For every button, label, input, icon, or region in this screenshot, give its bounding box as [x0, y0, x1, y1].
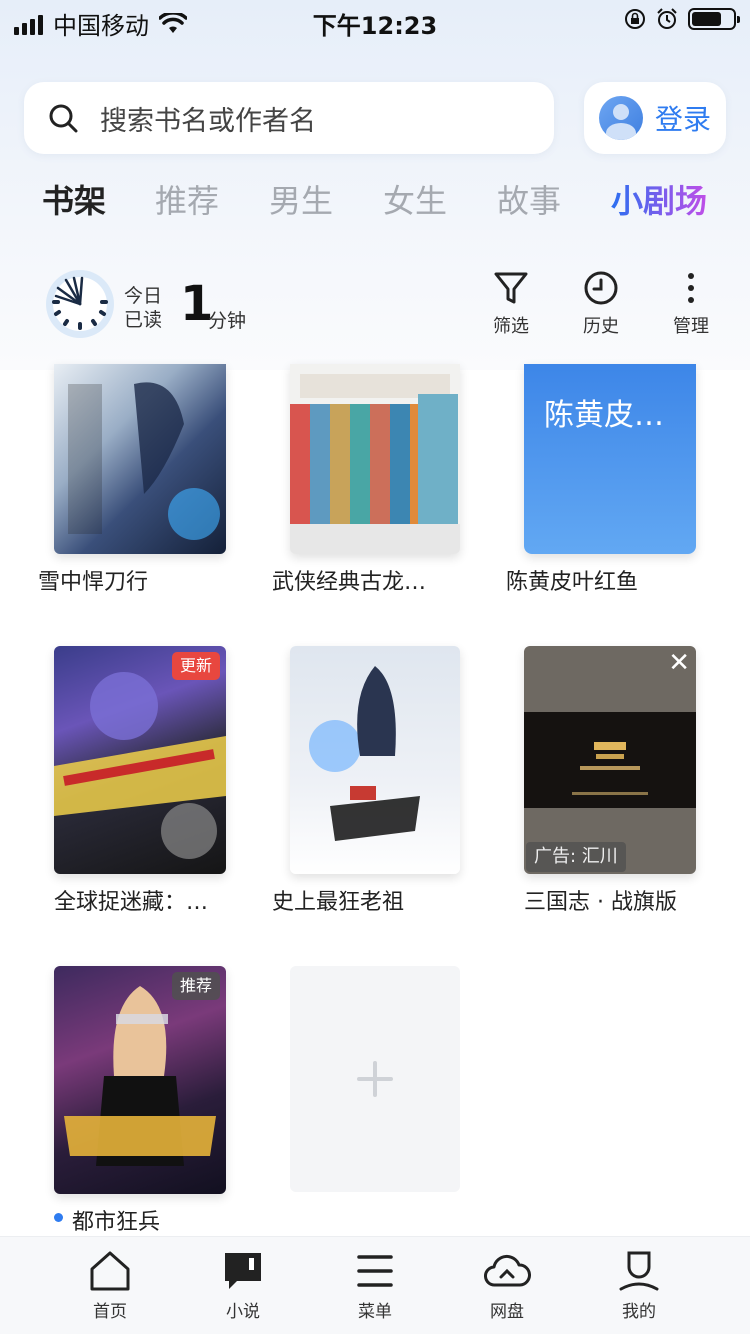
book-title: 都市狂兵	[72, 1210, 161, 1235]
filter-label: 筛选	[493, 316, 529, 337]
nav-home[interactable]: 首页	[65, 1249, 155, 1322]
today-read-line1: 今日	[124, 285, 163, 307]
login-button[interactable]: 登录	[584, 82, 726, 154]
cover-art	[64, 986, 216, 1166]
nav-menu-label: 菜单	[358, 1302, 392, 1322]
book-cover[interactable]	[290, 364, 460, 554]
update-badge: 更新	[171, 652, 220, 680]
today-read-line2: 已读	[124, 309, 163, 331]
more-vertical-icon	[688, 273, 694, 303]
today-read-label: 今日 已读	[124, 284, 162, 332]
plus-icon	[357, 1061, 393, 1097]
nav-novel[interactable]: 小说	[198, 1249, 288, 1322]
manage-button[interactable]: 管理	[651, 270, 731, 338]
manage-label: 管理	[673, 316, 709, 337]
search-icon	[49, 104, 78, 133]
history-label: 历史	[583, 316, 619, 337]
cover-art	[309, 666, 420, 841]
reading-clock-icon	[46, 270, 114, 338]
battery-icon	[688, 8, 740, 30]
nav-menu[interactable]: 菜单	[330, 1249, 420, 1322]
book-cover[interactable]: 更新	[54, 646, 226, 874]
ad-close-icon[interactable]: ✕	[668, 648, 690, 678]
bottom-nav: 首页 小说 菜单 网盘 我的	[0, 1236, 750, 1334]
book-title: 史上最狂老祖	[272, 890, 405, 915]
login-label: 登录	[654, 103, 711, 136]
cover-art	[290, 374, 460, 554]
ad-label: 广告: 汇川	[526, 842, 626, 872]
nav-mine-label: 我的	[622, 1302, 656, 1322]
avatar	[598, 96, 643, 140]
nav-cloud-label: 网盘	[490, 1302, 524, 1322]
nav-mine[interactable]: 我的	[594, 1249, 684, 1322]
book-chat-icon	[225, 1253, 261, 1289]
recommend-badge: 推荐	[171, 972, 220, 1000]
search-input[interactable]: 搜索书名或作者名	[24, 82, 554, 154]
book-cover[interactable]: 陈黄皮…	[524, 364, 696, 554]
ad-cover[interactable]: ✕ 广告: 汇川	[524, 646, 696, 874]
status-bar: 中国移动 下午12:23	[0, 0, 750, 40]
tab-recommend[interactable]: 推荐	[155, 176, 219, 222]
book-title: 雪中悍刀行	[38, 570, 149, 595]
book-cover[interactable]: 推荐	[54, 966, 226, 1194]
read-minutes-unit: 分钟	[208, 310, 247, 332]
unread-dot	[54, 1213, 63, 1222]
book-title: 陈黄皮叶红鱼	[506, 570, 639, 595]
cloud-icon	[484, 1254, 531, 1287]
filter-button[interactable]: 筛选	[471, 270, 551, 338]
cover-art	[68, 382, 220, 540]
user-icon	[619, 1251, 659, 1291]
ad-image	[524, 712, 696, 808]
nav-cloud[interactable]: 网盘	[462, 1249, 552, 1322]
menu-icon	[357, 1255, 393, 1287]
book-title: 全球捉迷藏：…	[54, 890, 209, 915]
status-right	[624, 8, 740, 30]
book-cover[interactable]	[290, 646, 460, 874]
tab-story[interactable]: 故事	[497, 176, 561, 222]
nav-home-label: 首页	[93, 1302, 127, 1322]
book-title: 三国志 · 战旗版	[524, 890, 677, 915]
book-title: 武侠经典古龙…	[272, 570, 427, 595]
search-placeholder: 搜索书名或作者名	[100, 105, 316, 137]
rotation-lock-icon	[625, 9, 645, 29]
cover-title: 陈黄皮…	[544, 398, 664, 433]
tab-male[interactable]: 男生	[269, 176, 333, 222]
category-tabs: 书架 推荐 男生 女生 故事 小剧场	[0, 176, 750, 232]
ad-art	[572, 742, 648, 795]
nav-novel-label: 小说	[226, 1302, 260, 1322]
tab-female[interactable]: 女生	[383, 176, 447, 222]
book-cover[interactable]	[54, 364, 226, 554]
history-clock-icon	[584, 271, 618, 305]
cover-art	[54, 672, 226, 859]
filter-icon	[494, 272, 528, 304]
add-book-button[interactable]	[290, 966, 460, 1192]
alarm-icon	[657, 8, 677, 29]
tab-mini-theater[interactable]: 小剧场	[611, 176, 707, 222]
home-icon	[90, 1251, 130, 1291]
tab-bookshelf[interactable]: 书架	[42, 176, 106, 222]
history-button[interactable]: 历史	[561, 270, 641, 338]
